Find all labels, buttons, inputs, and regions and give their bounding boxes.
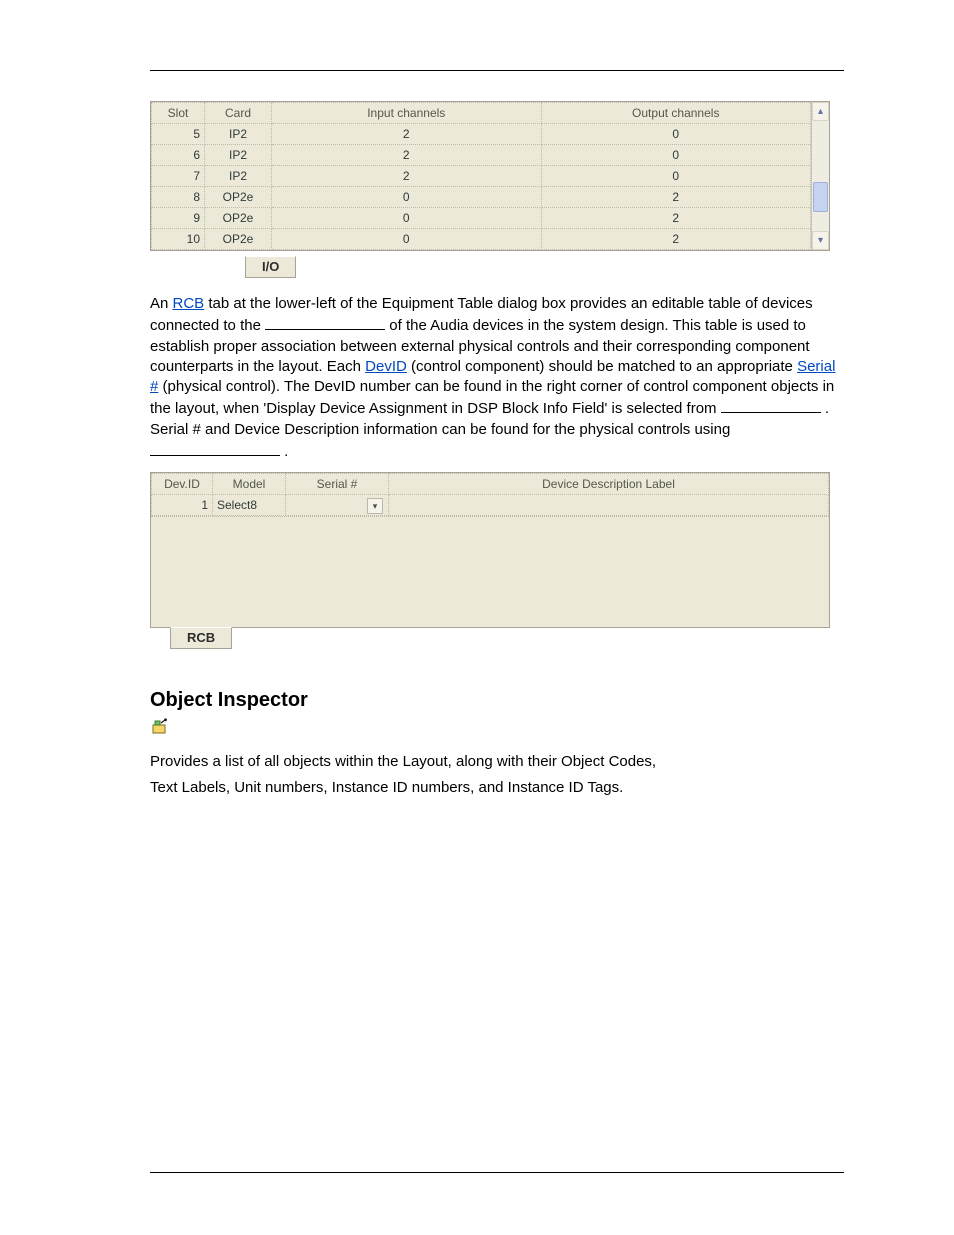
rcb-panel: Dev.ID Model Serial # Device Description… [150,472,830,628]
rcb-hdr-desc: Device Description Label [389,474,829,495]
blank-remote-bus [265,314,385,330]
table-row[interactable]: 9 OP2e 0 2 [152,208,811,229]
rcb-hdr-model: Model [213,474,286,495]
link-devid[interactable]: DevID [365,358,407,375]
table-row[interactable]: 6 IP2 2 0 [152,145,811,166]
rcb-table: Dev.ID Model Serial # Device Description… [151,473,829,516]
link-rcb[interactable]: RCB [173,295,205,312]
tab-rcb[interactable]: RCB [170,627,232,649]
rcb-paragraph: An RCB tab at the lower-left of the Equi… [150,294,844,462]
table-row[interactable]: 1 Select8 ▾ [152,495,829,516]
serial-field[interactable]: ▾ [286,495,389,516]
io-hdr-slot: Slot [152,103,205,124]
table-row[interactable]: 5 IP2 2 0 [152,124,811,145]
io-hdr-out: Output channels [541,103,811,124]
table-row[interactable]: 10 OP2e 0 2 [152,229,811,250]
io-panel: Slot Card Input channels Output channels… [150,101,830,251]
scroll-up-icon[interactable]: ▴ [812,102,829,121]
io-hdr-in: Input channels [272,103,542,124]
scroll-down-icon[interactable]: ▾ [812,231,829,250]
section-title-object-inspector: Object Inspector [150,689,844,712]
rcb-hdr-serial: Serial # [286,474,389,495]
io-hdr-card: Card [205,103,272,124]
io-table: Slot Card Input channels Output channels… [151,102,811,250]
table-row[interactable]: 8 OP2e 0 2 [152,187,811,208]
chevron-down-icon[interactable]: ▾ [367,498,383,514]
tab-io[interactable]: I/O [245,256,296,278]
obj-insp-p2: Text Labels, Unit numbers, Instance ID n… [150,778,844,798]
scroll-thumb[interactable] [813,182,828,212]
table-row[interactable]: 7 IP2 2 0 [152,166,811,187]
scroll-track[interactable] [812,121,829,231]
object-inspector-icon [150,718,168,736]
blank-device-maintenance [150,440,280,456]
io-scrollbar[interactable]: ▴ ▾ [811,102,829,250]
rcb-hdr-id: Dev.ID [152,474,213,495]
obj-insp-p1: Provides a list of all objects within th… [150,752,844,772]
blank-display-options [721,397,821,413]
